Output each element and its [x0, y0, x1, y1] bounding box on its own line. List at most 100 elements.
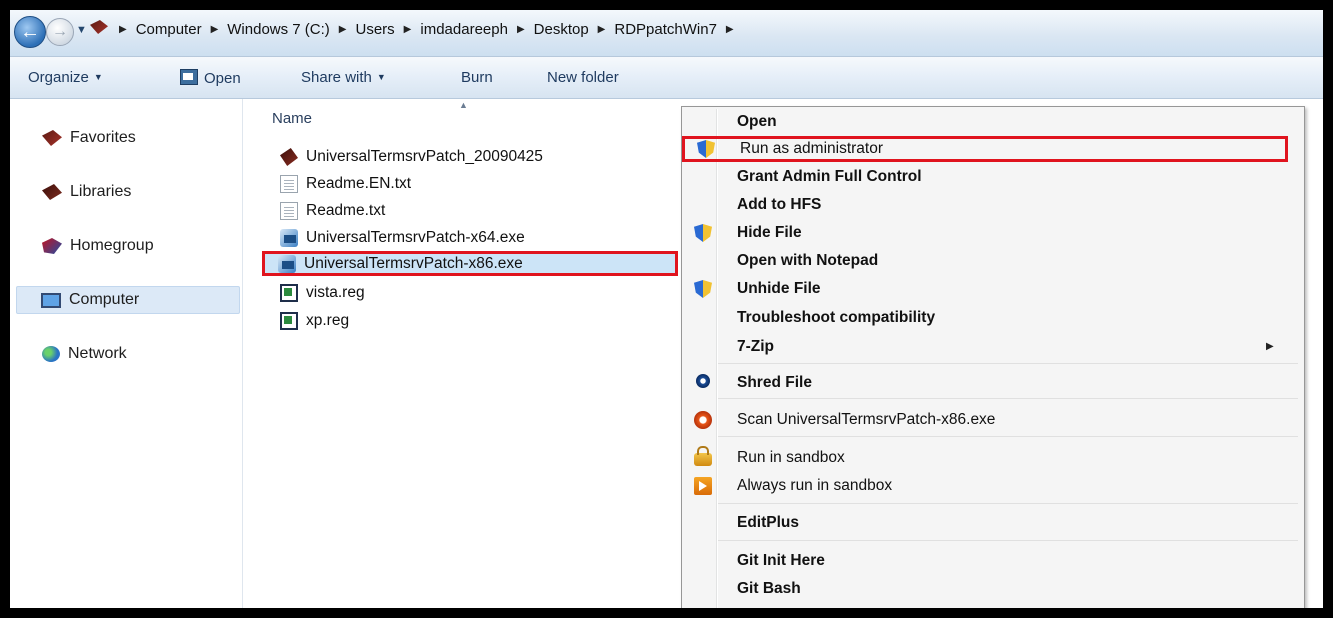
explorer-window: ← → ▼ ▶ Computer ▶ Windows 7 (C:) ▶ User…	[10, 10, 1323, 608]
column-header-name[interactable]: Name	[272, 110, 312, 127]
new-folder-button[interactable]: New folder	[547, 69, 619, 86]
uac-shield-icon	[694, 224, 712, 242]
menu-label: Unhide File	[737, 280, 821, 297]
share-with-label: Share with	[301, 69, 372, 86]
command-toolbar: Organize ▼ Open Share with ▼ Burn New fold…	[10, 57, 1323, 99]
antivirus-scan-icon	[694, 411, 712, 429]
back-button[interactable]: ←	[14, 16, 46, 48]
burn-label: Burn	[461, 69, 493, 86]
chevron-down-icon: ▼	[376, 72, 386, 82]
menu-item-git-bash[interactable]: Git Bash	[684, 576, 1300, 602]
file-label: xp.reg	[306, 312, 350, 329]
nav-item-libraries[interactable]: Libraries	[16, 179, 238, 205]
file-item[interactable]: vista.reg	[272, 281, 365, 305]
menu-item-open-with-notepad[interactable]: Open with Notepad	[684, 248, 1300, 274]
shred-icon	[696, 374, 710, 388]
file-item[interactable]: Readme.txt	[272, 199, 385, 223]
nav-item-computer[interactable]: Computer	[16, 286, 240, 314]
file-label: UniversalTermsrvPatch-x64.exe	[306, 229, 525, 246]
uac-shield-icon	[694, 280, 712, 298]
menu-label: Run as administrator	[740, 140, 884, 157]
organize-button[interactable]: Organize ▼	[28, 69, 103, 86]
computer-icon	[41, 292, 61, 308]
forward-button[interactable]: →	[46, 18, 74, 46]
menu-label: Troubleshoot compatibility	[737, 309, 936, 326]
menu-label: 7-Zip	[737, 338, 775, 355]
menu-item-run-in-sandbox[interactable]: Run in sandbox	[684, 445, 1300, 471]
breadcrumb-item-users[interactable]: Users	[356, 21, 395, 38]
share-with-button[interactable]: Share with ▼	[301, 69, 386, 86]
registry-file-icon	[280, 312, 298, 330]
address-bar: ← → ▼ ▶ Computer ▶ Windows 7 (C:) ▶ User…	[10, 10, 1323, 57]
menu-item-add-to-hfs[interactable]: Add to HFS	[684, 192, 1300, 218]
file-label: vista.reg	[306, 284, 365, 301]
network-icon	[42, 346, 60, 362]
nav-label-libraries: Libraries	[70, 183, 132, 200]
menu-item-git-init-here[interactable]: Git Init Here	[684, 548, 1300, 574]
nav-item-homegroup[interactable]: Homegroup	[16, 233, 238, 259]
nav-label-homegroup: Homegroup	[70, 237, 154, 254]
menu-label: Git Init Here	[737, 552, 825, 569]
open-button[interactable]: Open	[180, 69, 241, 87]
menu-item-run-as-administrator[interactable]: Run as administrator	[682, 136, 1288, 162]
menu-label: Open with Notepad	[737, 252, 879, 269]
nav-item-network[interactable]: Network	[16, 341, 238, 367]
file-label: Readme.txt	[306, 202, 386, 219]
menu-separator	[718, 363, 1298, 364]
navigation-pane: Favorites Libraries Homegroup Computer N…	[10, 99, 243, 608]
file-item[interactable]: UniversalTermsrvPatch_20090425	[272, 145, 543, 169]
menu-item-7zip[interactable]: 7-Zip ▶	[684, 334, 1300, 360]
breadcrumb-separator-icon[interactable]: ▶	[726, 24, 734, 35]
menu-label: Grant Admin Full Control	[737, 168, 922, 185]
breadcrumb-separator-icon[interactable]: ▶	[598, 24, 606, 35]
menu-item-always-run-in-sandbox[interactable]: Always run in sandbox	[684, 473, 1300, 499]
file-label: UniversalTermsrvPatch_20090425	[306, 148, 543, 165]
breadcrumb-separator-icon[interactable]: ▶	[339, 24, 347, 35]
file-item[interactable]: xp.reg	[272, 309, 349, 333]
menu-item-scan[interactable]: Scan UniversalTermsrvPatch-x86.exe	[684, 407, 1300, 433]
menu-item-open[interactable]: Open	[684, 109, 1300, 135]
breadcrumb-item-drive[interactable]: Windows 7 (C:)	[227, 21, 330, 38]
homegroup-icon	[42, 238, 62, 254]
uac-shield-icon	[697, 140, 715, 158]
menu-label: Hide File	[737, 224, 802, 241]
breadcrumb-item-desktop[interactable]: Desktop	[534, 21, 589, 38]
menu-label: Always run in sandbox	[737, 477, 893, 494]
breadcrumb-separator-icon[interactable]: ▶	[211, 24, 219, 35]
menu-separator	[718, 540, 1298, 541]
file-item[interactable]: Readme.EN.txt	[272, 172, 411, 196]
menu-item-shred-file[interactable]: Shred File	[684, 370, 1300, 396]
new-folder-label: New folder	[547, 69, 619, 86]
breadcrumb-separator-icon[interactable]: ▶	[119, 24, 127, 35]
file-item-selected[interactable]: UniversalTermsrvPatch-x86.exe	[262, 251, 678, 276]
text-file-icon	[280, 202, 298, 220]
menu-item-troubleshoot-compatibility[interactable]: Troubleshoot compatibility	[684, 305, 1300, 331]
breadcrumb: ▶ Computer ▶ Windows 7 (C:) ▶ Users ▶ im…	[110, 21, 743, 38]
file-label: Readme.EN.txt	[306, 175, 412, 192]
burn-button[interactable]: Burn	[461, 69, 493, 86]
open-label: Open	[204, 70, 241, 87]
organize-label: Organize	[28, 69, 89, 86]
menu-item-unhide-file[interactable]: Unhide File	[684, 276, 1300, 302]
file-item[interactable]: UniversalTermsrvPatch-x64.exe	[272, 226, 525, 250]
recent-pages-dropdown-icon[interactable]: ▼	[76, 24, 87, 36]
sandbox-play-icon	[694, 477, 712, 495]
menu-item-grant-admin-full-control[interactable]: Grant Admin Full Control	[684, 164, 1300, 190]
breadcrumb-separator-icon[interactable]: ▶	[517, 24, 525, 35]
nav-label-network: Network	[68, 345, 127, 362]
registry-file-icon	[280, 284, 298, 302]
file-label: UniversalTermsrvPatch-x86.exe	[304, 254, 523, 272]
open-icon	[180, 69, 198, 85]
nav-item-favorites[interactable]: Favorites	[16, 125, 238, 151]
libraries-icon	[42, 184, 62, 200]
breadcrumb-item-user[interactable]: imdadareeph	[420, 21, 508, 38]
folder-location-icon	[90, 20, 108, 34]
breadcrumb-item-computer[interactable]: Computer	[136, 21, 202, 38]
breadcrumb-separator-icon[interactable]: ▶	[404, 24, 412, 35]
sort-ascending-icon: ▲	[459, 100, 468, 110]
menu-label: Open	[737, 113, 777, 130]
sandbox-lock-icon	[694, 446, 712, 466]
menu-item-editplus[interactable]: EditPlus	[684, 510, 1300, 536]
breadcrumb-item-folder[interactable]: RDPpatchWin7	[614, 21, 717, 38]
menu-item-hide-file[interactable]: Hide File	[684, 220, 1300, 246]
